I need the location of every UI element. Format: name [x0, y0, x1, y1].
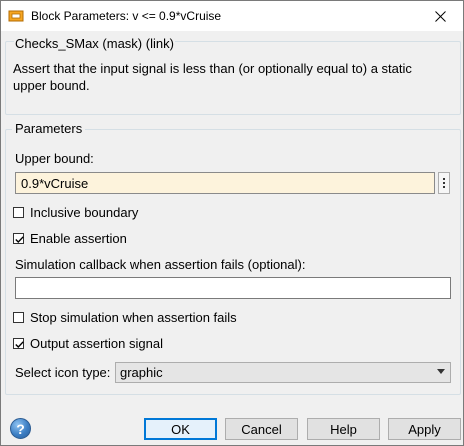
window-title: Block Parameters: v <= 0.9*vCruise	[31, 9, 222, 23]
block-parameters-dialog: Block Parameters: v <= 0.9*vCruise Asser…	[0, 0, 464, 446]
button-bar: ? OK Cancel Help Apply	[1, 409, 463, 445]
apply-button[interactable]: Apply	[388, 418, 461, 440]
checkbox-box[interactable]	[13, 206, 24, 218]
ok-button[interactable]: OK	[144, 418, 217, 440]
checkbox-box[interactable]	[13, 311, 24, 323]
more-options-icon[interactable]	[438, 172, 450, 194]
enable-assertion-label: Enable assertion	[30, 230, 127, 246]
icon-type-value: graphic	[120, 365, 163, 380]
output-assertion-checkbox[interactable]: Output assertion signal	[13, 335, 163, 351]
help-icon[interactable]: ?	[10, 418, 31, 439]
stop-simulation-checkbox[interactable]: Stop simulation when assertion fails	[13, 309, 237, 325]
enable-assertion-checkbox[interactable]: Enable assertion	[13, 230, 127, 246]
close-button[interactable]	[417, 1, 463, 31]
cancel-button[interactable]: Cancel	[225, 418, 298, 440]
callback-label: Simulation callback when assertion fails…	[15, 257, 306, 272]
inclusive-boundary-label: Inclusive boundary	[30, 204, 139, 220]
upper-bound-label: Upper bound:	[15, 151, 94, 166]
title-bar: Block Parameters: v <= 0.9*vCruise	[1, 1, 463, 31]
icon-type-label: Select icon type:	[15, 365, 111, 380]
parameters-group-label: Parameters	[12, 121, 86, 136]
description-group: Assert that the input signal is less tha…	[5, 41, 461, 115]
checkbox-box[interactable]	[13, 337, 24, 349]
description-text: Assert that the input signal is less tha…	[13, 61, 412, 93]
check-icon	[15, 340, 24, 348]
chevron-down-icon	[437, 369, 445, 374]
check-icon	[15, 235, 24, 243]
simulink-block-icon	[8, 10, 24, 22]
upper-bound-input[interactable]	[15, 172, 435, 194]
close-icon	[434, 10, 446, 22]
icon-type-select[interactable]: graphic	[115, 362, 451, 383]
description-title: Checks_SMax (mask) (link)	[14, 36, 175, 51]
checkbox-box[interactable]	[13, 232, 24, 244]
inclusive-boundary-checkbox[interactable]: Inclusive boundary	[13, 204, 138, 220]
output-assertion-label: Output assertion signal	[30, 335, 163, 351]
help-button[interactable]: Help	[307, 418, 380, 440]
callback-input[interactable]	[15, 277, 451, 299]
stop-simulation-label: Stop simulation when assertion fails	[30, 309, 237, 325]
